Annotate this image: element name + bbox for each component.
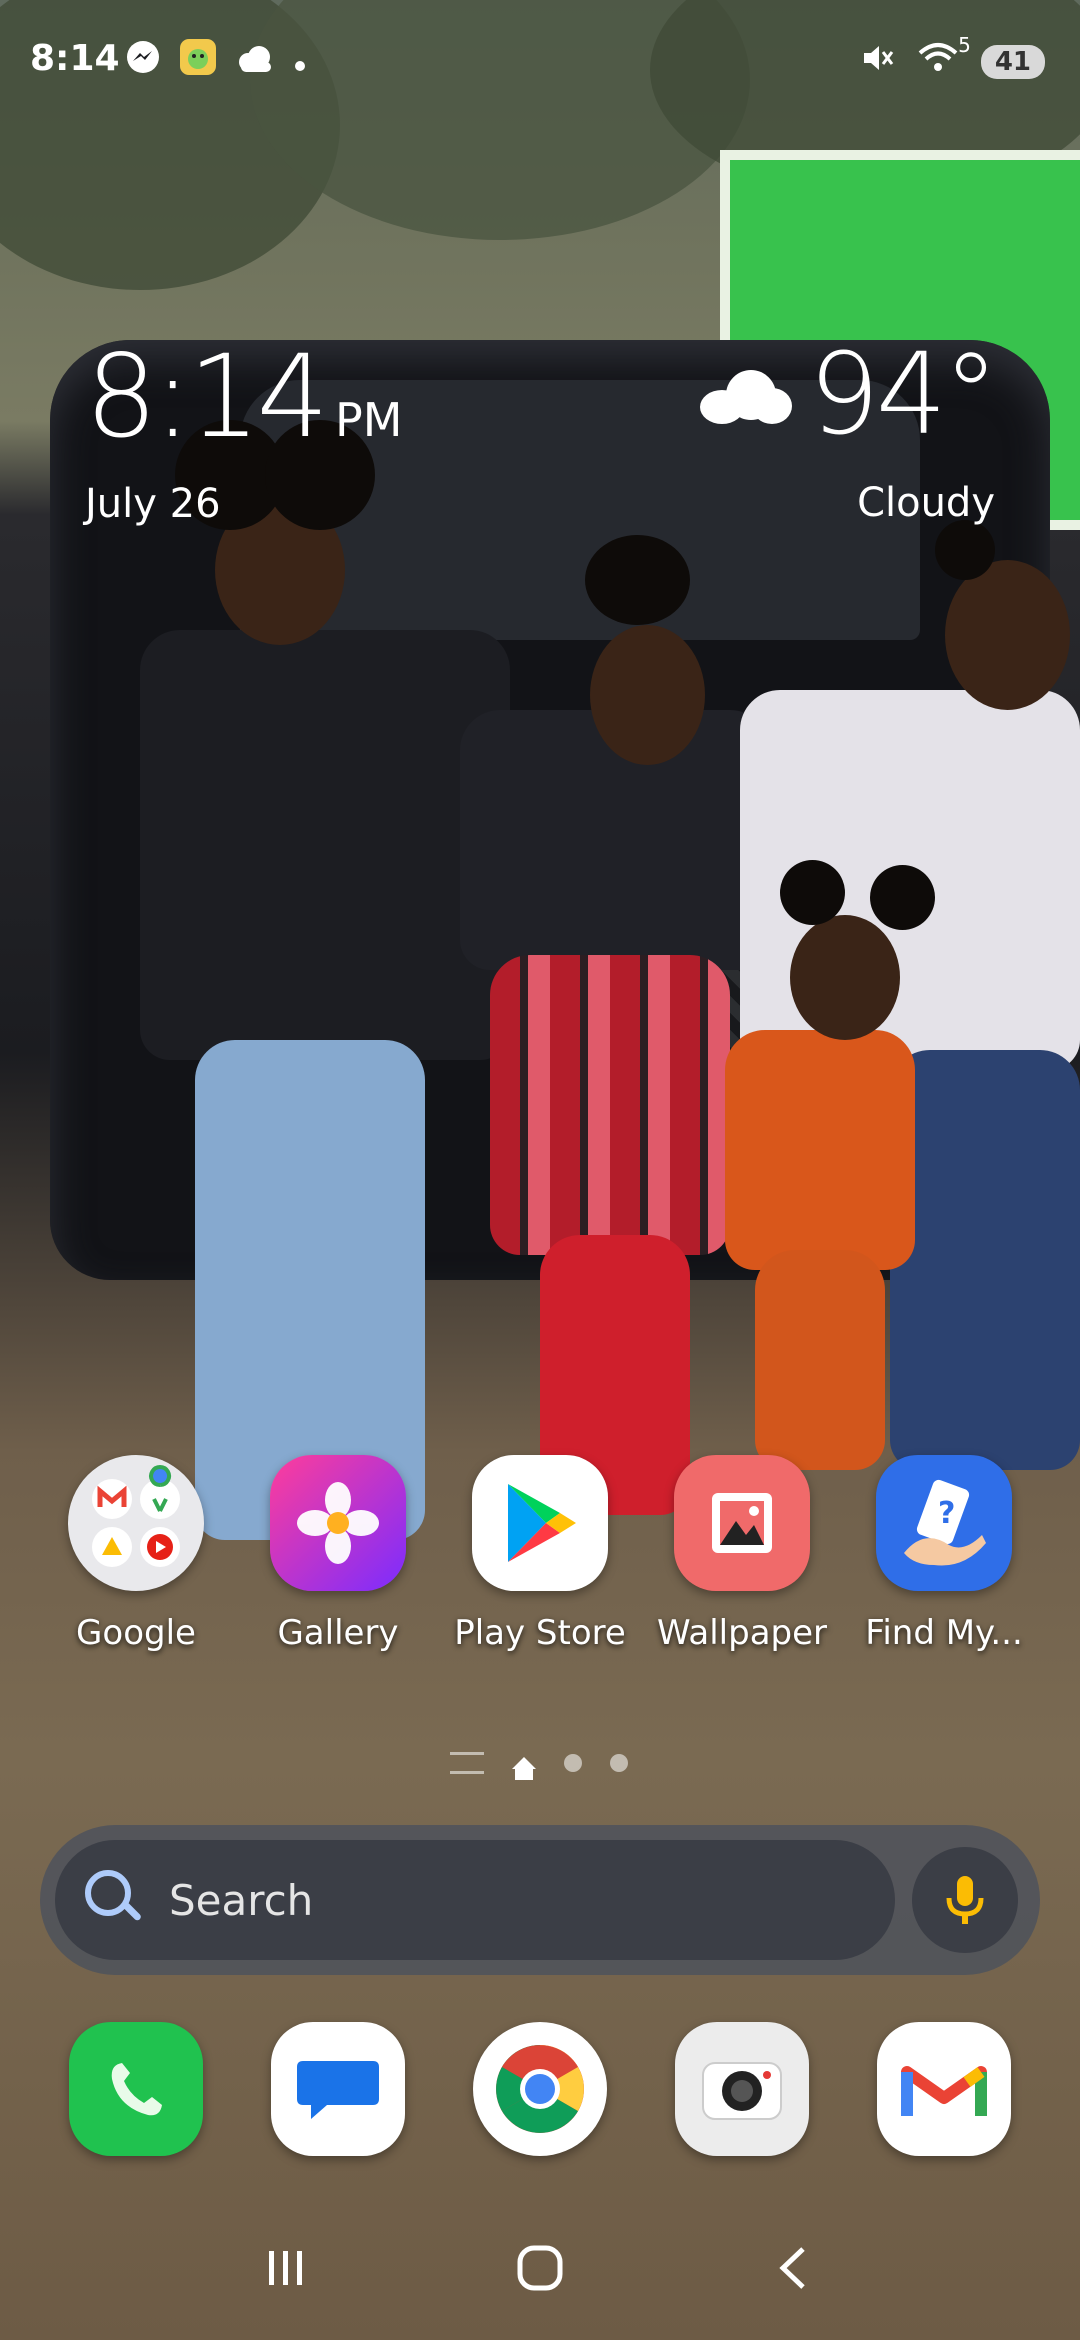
game-app-icon bbox=[179, 38, 217, 85]
mic-icon bbox=[946, 1876, 984, 1924]
recents-icon bbox=[268, 2251, 302, 2285]
battery-level: 41 bbox=[994, 47, 1031, 77]
app-play-store[interactable]: Play Store bbox=[445, 1455, 635, 1653]
back-button[interactable] bbox=[769, 2243, 819, 2297]
search-bar[interactable]: Search bbox=[40, 1825, 1040, 1975]
page-dot bbox=[564, 1754, 582, 1772]
dock-gmail[interactable] bbox=[849, 2022, 1039, 2156]
gallery-icon bbox=[270, 1455, 406, 1591]
svg-text:?: ? bbox=[938, 1496, 955, 1531]
messenger-icon bbox=[125, 39, 161, 84]
app-label: Find My... bbox=[865, 1613, 1023, 1653]
app-label: Google bbox=[76, 1613, 196, 1653]
navigation-bar bbox=[0, 2230, 1080, 2310]
dock-messages[interactable] bbox=[243, 2022, 433, 2156]
home-button[interactable] bbox=[512, 2240, 568, 2300]
app-label: Play Store bbox=[454, 1613, 626, 1653]
wifi-badge: 5 bbox=[958, 33, 971, 57]
weather-condition: Cloudy bbox=[857, 480, 995, 526]
chrome-icon bbox=[473, 2022, 607, 2156]
cloudy-icon bbox=[700, 370, 793, 424]
page-indicator[interactable] bbox=[450, 1752, 628, 1780]
wallpaper-icon bbox=[674, 1455, 810, 1591]
clock-ampm: PM bbox=[335, 393, 403, 447]
google-folder-icon bbox=[68, 1455, 204, 1591]
play-store-icon bbox=[472, 1455, 608, 1591]
status-time: 8:14 bbox=[30, 38, 120, 79]
person-1 bbox=[140, 630, 510, 1060]
dock-camera[interactable] bbox=[647, 2022, 837, 2156]
dot-icon bbox=[293, 42, 307, 82]
home-app-row: Google Gallery Play Store Wallpaper ? Fi… bbox=[0, 1455, 1080, 1653]
page-list-indicator bbox=[450, 1752, 484, 1774]
gmail-icon bbox=[877, 2022, 1011, 2156]
clock-widget[interactable]: 8:14 PM July 26 bbox=[85, 330, 402, 527]
weather-temperature: 94° bbox=[808, 330, 999, 460]
search-input[interactable]: Search bbox=[55, 1840, 895, 1960]
dock bbox=[0, 2022, 1080, 2156]
app-find-my-mobile[interactable]: ? Find My... bbox=[849, 1455, 1039, 1653]
status-bar: 8:14 5 41 bbox=[0, 0, 1080, 120]
wifi-icon: 5 bbox=[917, 33, 971, 83]
dock-chrome[interactable] bbox=[445, 2022, 635, 2156]
weather-widget[interactable]: 94° Cloudy bbox=[700, 330, 999, 526]
cloud-icon bbox=[235, 42, 275, 82]
battery-indicator: 41 bbox=[980, 45, 1045, 79]
find-my-mobile-icon: ? bbox=[876, 1455, 1012, 1591]
app-google-folder[interactable]: Google bbox=[41, 1455, 231, 1653]
app-label: Wallpaper bbox=[656, 1613, 828, 1653]
recents-button[interactable] bbox=[261, 2243, 311, 2297]
phone-icon bbox=[69, 2022, 203, 2156]
home-icon bbox=[517, 2245, 563, 2291]
app-wallpaper[interactable]: Wallpaper bbox=[647, 1455, 837, 1653]
app-gallery[interactable]: Gallery bbox=[243, 1455, 433, 1653]
search-icon bbox=[85, 1870, 145, 1930]
page-dot bbox=[610, 1754, 628, 1772]
back-icon bbox=[779, 2247, 806, 2289]
voice-search-button[interactable] bbox=[912, 1847, 1018, 1953]
search-placeholder: Search bbox=[169, 1875, 314, 1925]
camera-icon bbox=[675, 2022, 809, 2156]
app-label: Gallery bbox=[277, 1613, 399, 1653]
home-page-indicator bbox=[512, 1757, 536, 1780]
mute-icon bbox=[859, 40, 895, 84]
dock-phone[interactable] bbox=[41, 2022, 231, 2156]
person-4 bbox=[725, 1030, 915, 1270]
notification-icons bbox=[125, 38, 307, 85]
clock-time: 8:14 bbox=[85, 330, 329, 463]
clock-date: July 26 bbox=[85, 481, 221, 527]
messages-icon bbox=[271, 2022, 405, 2156]
